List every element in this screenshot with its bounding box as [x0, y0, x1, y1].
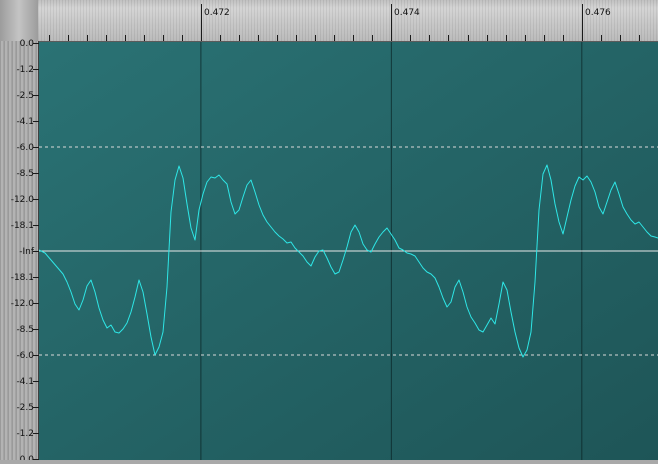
db-label: -4.1 [16, 377, 34, 387]
db-label: -4.1 [16, 117, 34, 127]
db-label: -12.0 [11, 195, 35, 205]
time-ruler-ticks [50, 4, 658, 41]
waveform-editor: 0.472 0.474 0.476 0.0 -1.2 -2.5 -4.1 -6.0 -8.5 -… [0, 0, 658, 460]
db-label: -6.0 [16, 143, 34, 153]
db-scale-labels: 0.0 -1.2 -2.5 -4.1 -6.0 -8.5 -12.0 -18.1 -Inf -18… [11, 39, 35, 460]
db-label: -8.5 [16, 325, 34, 335]
ruler-overlay: 0.472 0.474 0.476 0.0 -1.2 -2.5 -4.1 -6.0 -8.5 -… [0, 0, 658, 460]
db-label: -2.5 [16, 91, 34, 101]
db-label: -1.2 [16, 65, 34, 75]
time-label: 0.476 [585, 8, 611, 18]
db-label: 0.0 [20, 39, 35, 49]
time-label: 0.472 [204, 8, 230, 18]
db-label: -18.1 [11, 273, 34, 283]
db-label: -2.5 [16, 403, 34, 413]
time-label: 0.474 [394, 8, 420, 18]
db-label: -6.0 [16, 351, 34, 361]
db-label: -1.2 [16, 429, 34, 439]
db-label: -Inf [19, 247, 35, 257]
db-label: -8.5 [16, 169, 34, 179]
db-label: 0.0 [20, 455, 35, 460]
time-ruler-labels: 0.472 0.474 0.476 [204, 8, 611, 18]
db-label: -18.1 [11, 221, 34, 231]
db-label: -12.0 [11, 299, 35, 309]
